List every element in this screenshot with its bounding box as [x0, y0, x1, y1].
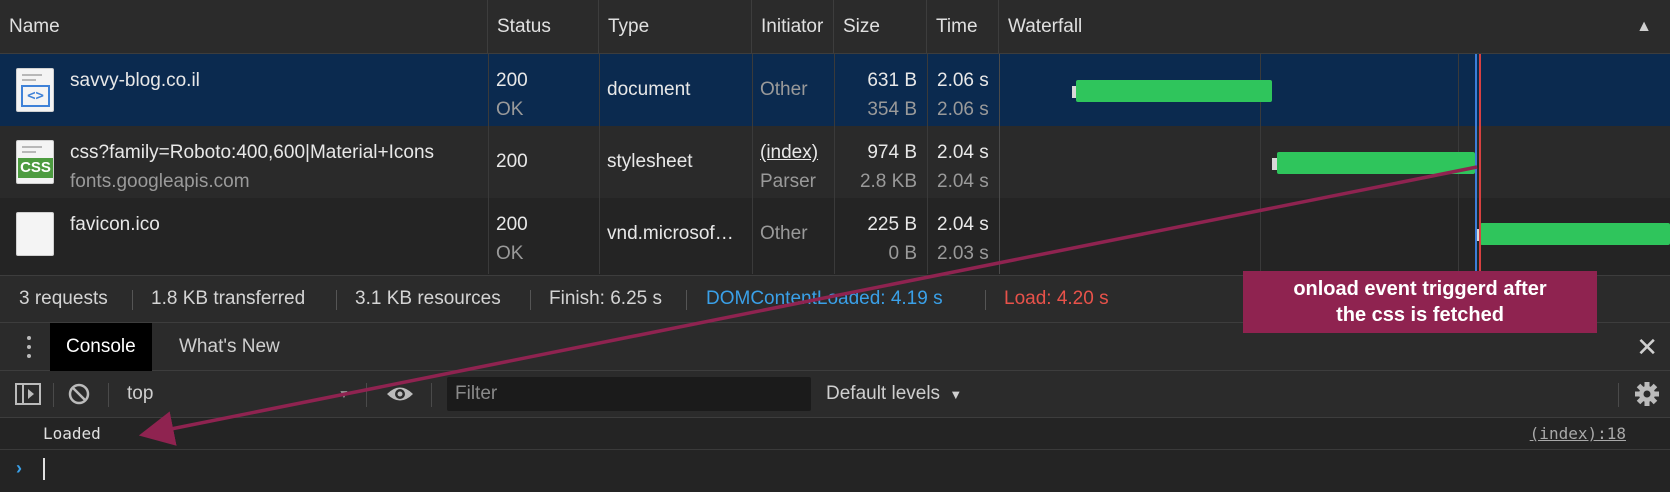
- network-table: Name Status Type Initiator Size Time Wat…: [0, 0, 1670, 275]
- size-transferred: 631 B: [867, 70, 917, 91]
- sidebar-toggle-icon[interactable]: [14, 371, 42, 417]
- status-text: OK: [496, 243, 524, 264]
- time-total: 2.04 s: [937, 142, 989, 163]
- annotation-callout: onload event triggerd after the css is f…: [1243, 271, 1597, 333]
- filter-box: [447, 377, 811, 411]
- log-levels-label: Default levels: [826, 383, 941, 404]
- close-icon[interactable]: ✕: [1636, 323, 1658, 371]
- column-initiator[interactable]: Initiator: [752, 0, 834, 54]
- initiator: Other: [760, 223, 808, 244]
- summary-finish: Finish: 6.25 s: [549, 288, 662, 309]
- summary-domcontentloaded: DOMContentLoaded: 4.19 s: [706, 288, 943, 309]
- clear-console-icon[interactable]: [66, 371, 92, 417]
- size-resource: 354 B: [867, 99, 917, 120]
- waterfall-bar: [1480, 223, 1670, 245]
- status-code: 200: [496, 151, 528, 172]
- console-output: Loaded (index):18 ›: [0, 418, 1670, 492]
- waterfall-bar: [1277, 152, 1475, 174]
- summary-requests: 3 requests: [19, 288, 108, 309]
- filter-input[interactable]: [447, 377, 811, 411]
- live-expression-eye-icon[interactable]: [385, 371, 415, 417]
- request-name: css?family=Roboto:400,600|Material+Icons: [70, 142, 435, 163]
- column-type[interactable]: Type: [599, 0, 752, 54]
- console-input-caret[interactable]: [43, 458, 45, 480]
- request-domain: fonts.googleapis.com: [70, 171, 250, 192]
- request-name: favicon.ico: [70, 214, 160, 235]
- domcontentloaded-marker: [1475, 54, 1477, 275]
- column-size[interactable]: Size: [834, 0, 927, 54]
- request-row[interactable]: <> savvy-blog.co.il 200 OK document Othe…: [0, 54, 1670, 126]
- table-header: Name Status Type Initiator Size Time Wat…: [0, 0, 1670, 54]
- time-latency: 2.06 s: [937, 99, 989, 120]
- gear-icon[interactable]: [1633, 371, 1661, 417]
- time-total: 2.04 s: [937, 214, 989, 235]
- summary-resources: 3.1 KB resources: [355, 288, 501, 309]
- time-total: 2.06 s: [937, 70, 989, 91]
- request-row[interactable]: favicon.ico 200 OK vnd.microsof… Other 2…: [0, 198, 1670, 270]
- tab-whats-new[interactable]: What's New: [163, 323, 296, 371]
- annotation-line-1: onload event triggerd after: [1293, 278, 1547, 300]
- summary-transferred: 1.8 KB transferred: [151, 288, 306, 309]
- request-type: stylesheet: [607, 151, 693, 172]
- console-message-source-link[interactable]: (index):18: [1530, 418, 1626, 450]
- console-message-text: Loaded: [43, 424, 101, 443]
- column-name[interactable]: Name: [0, 0, 488, 54]
- time-latency: 2.04 s: [937, 171, 989, 192]
- waterfall-label: Waterfall: [1008, 16, 1083, 37]
- time-latency: 2.03 s: [937, 243, 989, 264]
- context-selector[interactable]: top: [127, 371, 153, 417]
- log-levels-dropdown[interactable]: Default levels ▼: [826, 371, 962, 417]
- console-message: Loaded (index):18: [0, 418, 1670, 450]
- request-type: vnd.microsof…: [607, 223, 734, 244]
- size-resource: 2.8 KB: [859, 171, 917, 192]
- size-resource: 0 B: [888, 243, 917, 264]
- sort-ascending-icon[interactable]: ▲: [1636, 0, 1652, 54]
- waterfall-bar: [1076, 80, 1272, 102]
- summary-load: Load: 4.20 s: [1004, 288, 1109, 309]
- console-toolbar: top ▼ Default levels ▼: [0, 371, 1670, 418]
- request-name: savvy-blog.co.il: [70, 70, 200, 91]
- tab-console[interactable]: Console: [50, 323, 152, 371]
- initiator-link[interactable]: (index): [760, 138, 834, 167]
- size-transferred: 225 B: [867, 214, 917, 235]
- more-options-icon[interactable]: [24, 335, 34, 359]
- annotation-line-2: the css is fetched: [1336, 304, 1504, 326]
- column-waterfall[interactable]: Waterfall: [999, 0, 1670, 54]
- console-prompt-icon: ›: [16, 458, 22, 478]
- status-code: 200: [496, 70, 528, 91]
- size-transferred: 974 B: [867, 142, 917, 163]
- context-dropdown-icon[interactable]: ▼: [338, 371, 350, 417]
- request-type: document: [607, 79, 691, 100]
- load-marker: [1479, 54, 1481, 275]
- chevron-down-icon: ▼: [949, 387, 963, 402]
- initiator-sub: Parser: [760, 171, 816, 192]
- column-time[interactable]: Time: [927, 0, 999, 54]
- initiator: Other: [760, 79, 808, 100]
- status-text: OK: [496, 99, 524, 120]
- status-code: 200: [496, 214, 528, 235]
- column-status[interactable]: Status: [488, 0, 599, 54]
